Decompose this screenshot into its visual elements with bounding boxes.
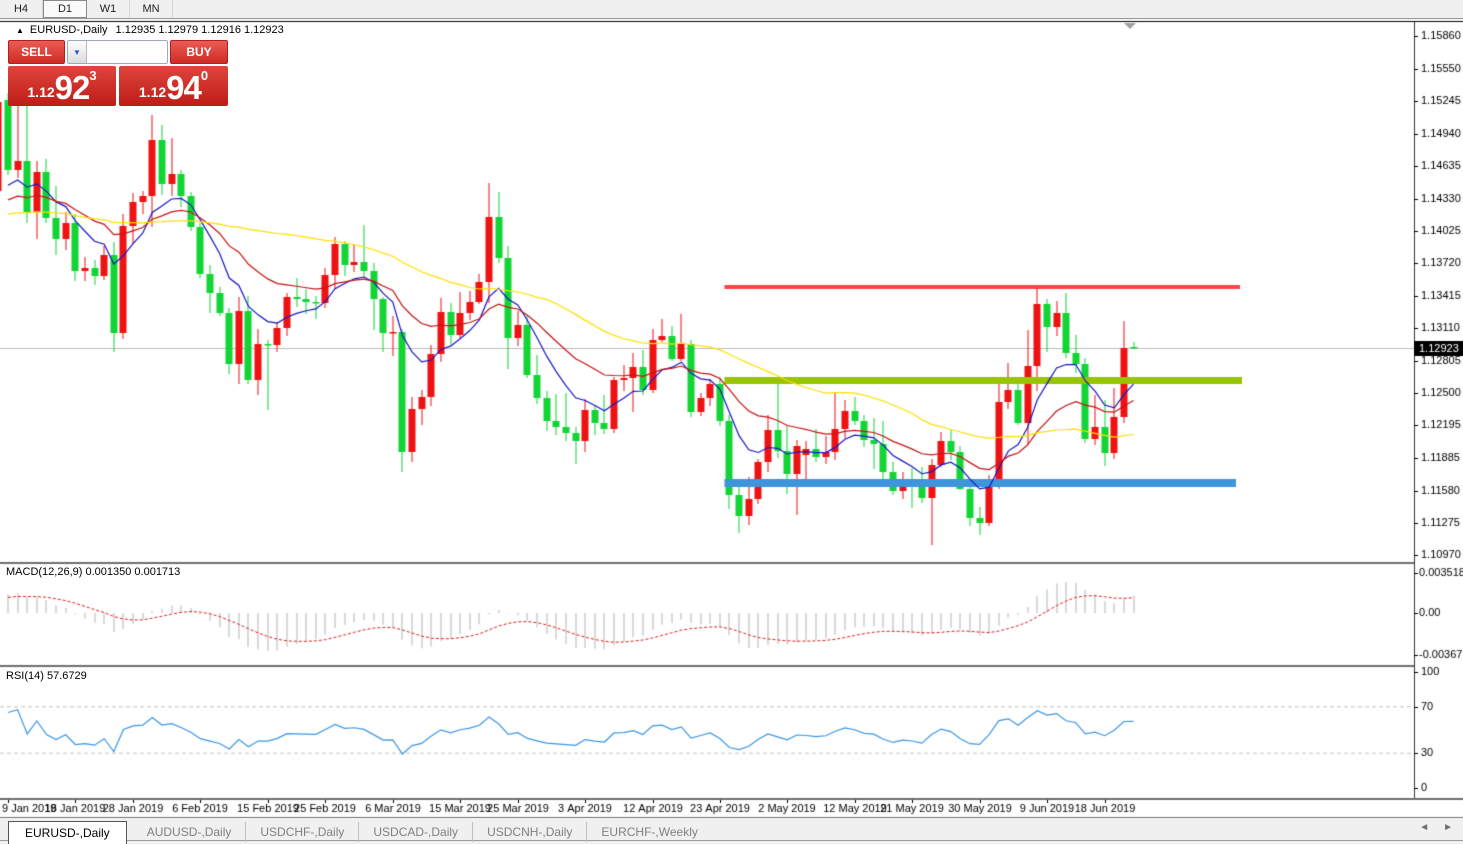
volume-decrease-icon[interactable]: ▼ (68, 41, 87, 63)
volume-spinner: ▼ ▲ (67, 40, 168, 64)
tab-usdcnh-daily[interactable]: USDCNH-,Daily (472, 822, 586, 842)
tab-eurchf-weekly[interactable]: EURCHF-,Weekly (586, 822, 711, 842)
sell-price-prefix: 1.12 (27, 81, 54, 103)
buy-price-big: 94 (166, 73, 201, 103)
scroll-right-icon[interactable]: ► (1443, 822, 1453, 833)
timeframe-d1-button[interactable]: D1 (43, 0, 87, 18)
price-chart-canvas[interactable] (0, 0, 1463, 844)
chart-tabs-bar: EURUSD-,Daily AUDUSD-,Daily USDCHF-,Dail… (0, 819, 1463, 844)
chart-header: ▲ EURUSD-,Daily 1.12935 1.12979 1.12916 1.… (16, 24, 284, 36)
collapse-icon[interactable]: ▲ (16, 26, 24, 35)
tab-audusd-daily[interactable]: AUDUSD-,Daily (133, 822, 246, 842)
chart-title: EURUSD-,Daily (30, 24, 108, 36)
timeframe-h4-button[interactable]: H4 (0, 0, 43, 18)
one-click-trade-panel: SELL ▼ ▲ BUY 1.12 92 3 1.12 94 0 (8, 40, 228, 106)
macd-indicator-label: MACD(12,26,9) 0.001350 0.001713 (6, 566, 180, 578)
buy-button[interactable]: BUY (170, 40, 228, 64)
tab-usdchf-daily[interactable]: USDCHF-,Daily (245, 822, 358, 842)
timeframe-toolbar: H4 D1 W1 MN (0, 0, 1463, 19)
timeframe-mn-button[interactable]: MN (130, 0, 173, 18)
rsi-indicator-label: RSI(14) 57.6729 (6, 670, 87, 682)
sell-price-big: 92 (55, 73, 90, 103)
buy-price-pip: 0 (201, 70, 208, 82)
volume-input[interactable] (87, 41, 168, 63)
mt4-window: H4 D1 W1 MN ▲ EURUSD-,Daily 1.12935 1.1297… (0, 0, 1463, 844)
sell-price-pip: 3 (89, 70, 96, 82)
scroll-left-icon[interactable]: ◄ (1419, 822, 1429, 833)
sell-button[interactable]: SELL (8, 40, 65, 64)
buy-price-tile[interactable]: 1.12 94 0 (119, 66, 228, 106)
buy-price-prefix: 1.12 (139, 81, 166, 103)
sell-price-tile[interactable]: 1.12 92 3 (8, 66, 116, 106)
tab-usdcad-daily[interactable]: USDCAD-,Daily (358, 822, 472, 842)
tab-eurusd-daily[interactable]: EURUSD-,Daily (8, 821, 127, 844)
timeframe-w1-button[interactable]: W1 (87, 0, 130, 18)
chart-ohlc-values: 1.12935 1.12979 1.12916 1.12923 (116, 24, 284, 36)
